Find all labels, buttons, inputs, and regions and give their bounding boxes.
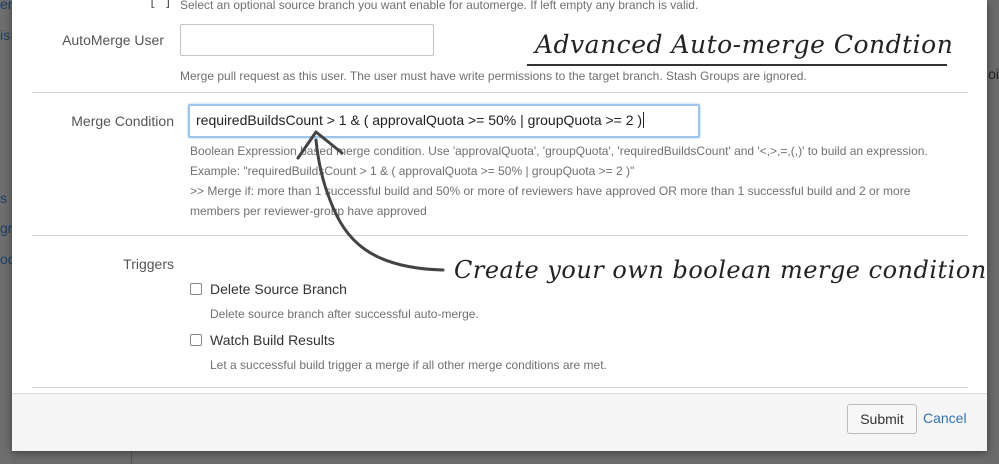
background-text-fragment: er bbox=[0, 0, 13, 12]
triggers-label: Triggers bbox=[123, 256, 174, 272]
merge-condition-help-line: Boolean Expression based merge condition… bbox=[190, 144, 928, 158]
background-text-fragment: is bbox=[0, 27, 11, 43]
background-text-fragment: oi bbox=[988, 66, 999, 82]
automerge-user-input[interactable] bbox=[180, 24, 434, 56]
cancel-link[interactable]: Cancel bbox=[923, 410, 967, 426]
submit-button[interactable]: Submit bbox=[847, 404, 917, 434]
annotation-caption: Create your own boolean merge condition bbox=[454, 256, 987, 284]
section-divider bbox=[32, 387, 968, 388]
dialog-footer bbox=[12, 393, 987, 451]
section-divider bbox=[32, 235, 968, 236]
merge-condition-label: Merge Condition bbox=[71, 113, 174, 129]
watch-build-results-help: Let a successful build trigger a merge i… bbox=[210, 358, 607, 372]
text-caret bbox=[643, 112, 645, 128]
watch-build-results-label[interactable]: Watch Build Results bbox=[210, 332, 335, 348]
automerge-user-label: AutoMerge User bbox=[62, 32, 164, 48]
annotation-underline bbox=[527, 64, 947, 66]
merge-condition-value: requiredBuildsCount > 1 & ( approvalQuot… bbox=[196, 112, 643, 128]
annotation-title: Advanced Auto-merge Condtion bbox=[535, 30, 954, 59]
background-text-fragment: s bbox=[0, 190, 7, 206]
source-branch-label-fragment: [ ] bbox=[150, 0, 170, 8]
section-divider bbox=[32, 92, 968, 93]
merge-condition-help-line: members per reviewer-group have approved bbox=[190, 204, 427, 218]
watch-build-results-checkbox[interactable] bbox=[190, 334, 202, 346]
background-text-fragment: gr bbox=[0, 220, 13, 236]
delete-source-branch-help: Delete source branch after successful au… bbox=[210, 307, 479, 321]
merge-condition-help-line: >> Merge if: more than 1 successful buil… bbox=[190, 184, 911, 198]
delete-source-branch-label[interactable]: Delete Source Branch bbox=[210, 281, 347, 297]
merge-condition-help-line: Example: "requiredBuildsCount > 1 & ( ap… bbox=[190, 164, 635, 178]
merge-condition-input[interactable]: requiredBuildsCount > 1 & ( approvalQuot… bbox=[188, 104, 700, 138]
automerge-user-help: Merge pull request as this user. The use… bbox=[180, 69, 807, 83]
automerge-settings-dialog: [ ] Select an optional source branch you… bbox=[12, 0, 987, 451]
source-branch-help: Select an optional source branch you wan… bbox=[180, 0, 699, 12]
delete-source-branch-checkbox[interactable] bbox=[190, 283, 202, 295]
